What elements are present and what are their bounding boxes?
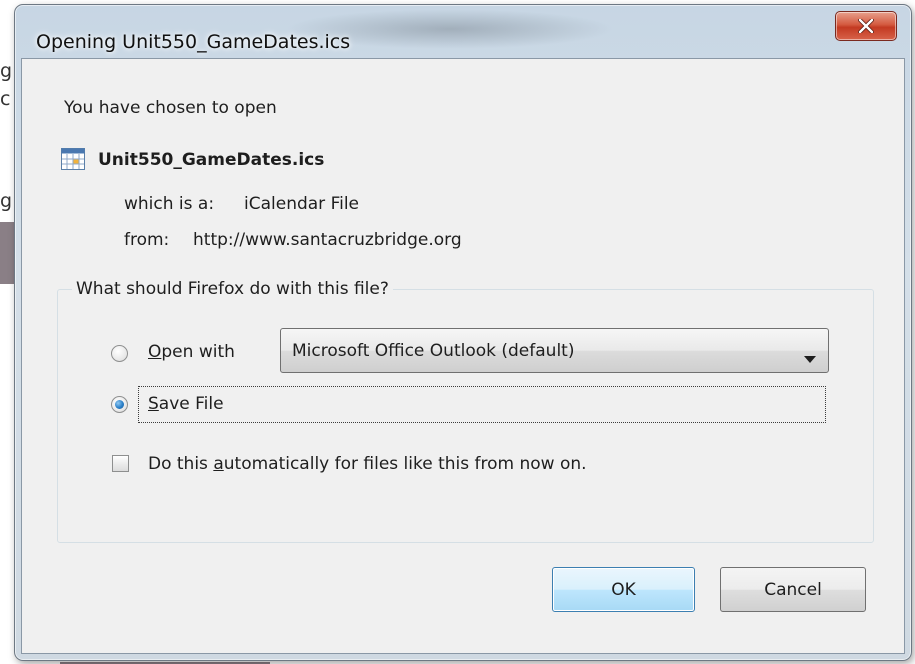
file-type-label: which is a:: [124, 194, 215, 214]
save-file-radio[interactable]: [111, 396, 128, 413]
save-file-focus-rect: [138, 386, 826, 423]
intro-text: You have chosen to open: [64, 98, 277, 118]
auto-action-label-after: utomatically for files like this from no…: [223, 454, 587, 474]
open-with-label[interactable]: Open with: [148, 342, 235, 362]
source-url: http://www.santacruzbridge.org: [193, 230, 462, 250]
source-label: from:: [124, 230, 170, 250]
auto-action-accelerator: a: [213, 454, 224, 474]
save-file-label[interactable]: Save File: [148, 394, 224, 414]
cancel-button[interactable]: Cancel: [720, 567, 866, 612]
file-type-value: iCalendar File: [244, 194, 360, 214]
ok-button[interactable]: OK: [552, 567, 695, 612]
save-file-accelerator: S: [148, 394, 159, 414]
save-file-label-text: ave File: [158, 394, 224, 414]
auto-action-label-before: Do this: [148, 454, 214, 474]
background-page-divider: [0, 222, 14, 284]
chevron-down-icon: [804, 348, 816, 367]
window-title: Opening Unit550_GameDates.ics: [36, 31, 351, 53]
close-icon: [858, 19, 874, 33]
action-group-label: What should Firefox do with this file?: [72, 279, 393, 299]
radio-selected-dot: [115, 400, 124, 409]
open-with-radio[interactable]: [111, 345, 128, 362]
close-button[interactable]: [835, 11, 897, 41]
auto-action-checkbox[interactable]: [112, 455, 129, 472]
open-with-label-text: pen with: [161, 342, 235, 362]
calendar-file-icon: [60, 146, 86, 172]
application-select-value: Microsoft Office Outlook (default): [292, 341, 575, 361]
title-bar[interactable]: Opening Unit550_GameDates.ics: [15, 5, 911, 59]
auto-action-label[interactable]: Do this automatically for files like thi…: [148, 454, 587, 474]
application-select[interactable]: Microsoft Office Outlook (default): [280, 328, 829, 373]
file-name: Unit550_GameDates.ics: [98, 150, 325, 170]
open-with-accelerator: O: [148, 342, 162, 362]
